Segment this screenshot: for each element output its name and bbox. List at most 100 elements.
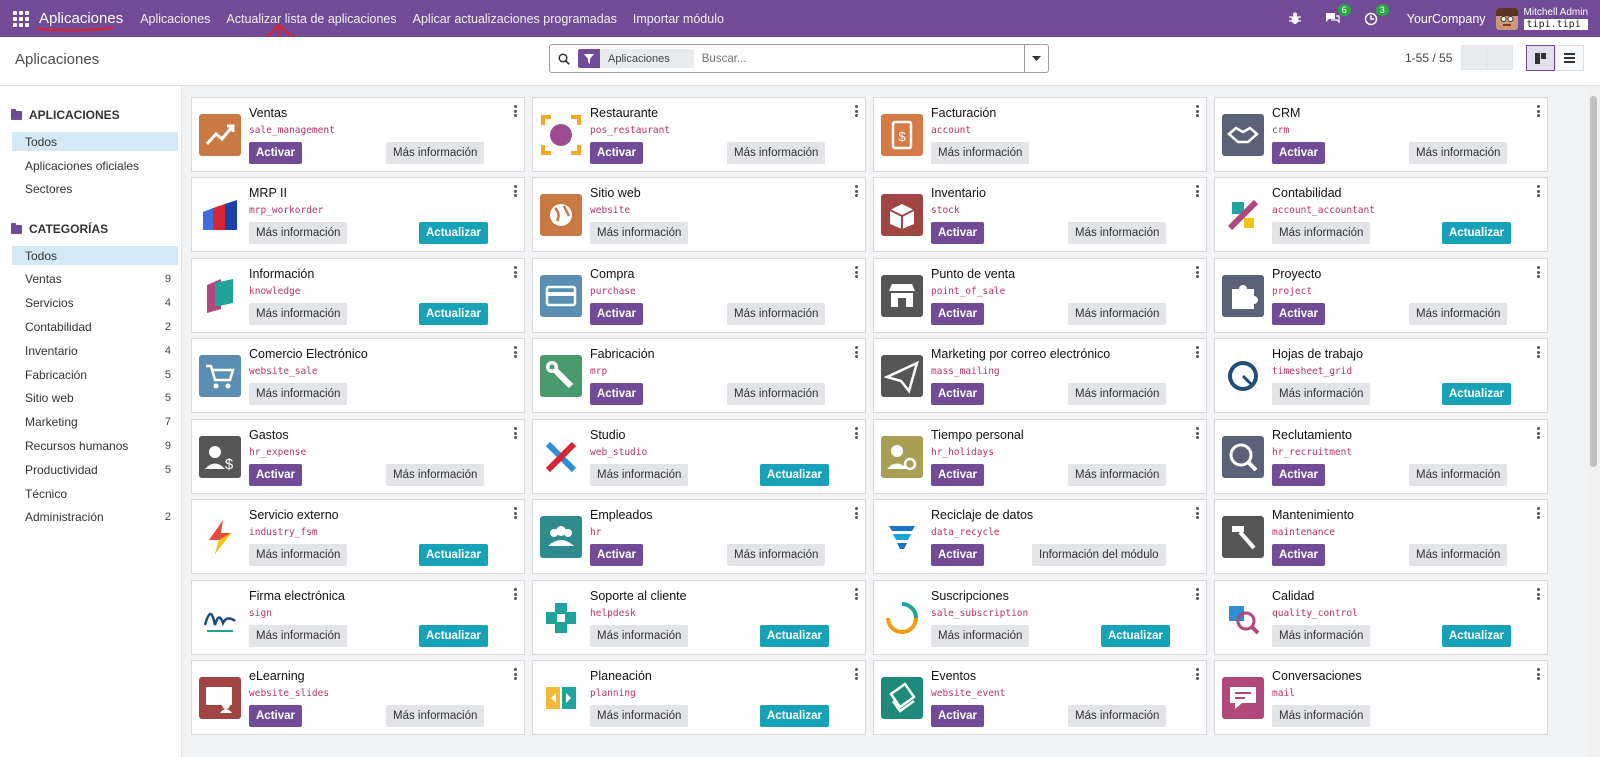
app-card[interactable]: Ventas sale_management Activar Más informac… — [191, 97, 525, 172]
app-card[interactable]: Fabricación mrp Activar Más información — [532, 338, 866, 413]
more-info-button[interactable]: Más información — [727, 303, 826, 325]
activate-button[interactable]: Activar — [1272, 544, 1325, 566]
card-menu-kebab-icon[interactable] — [1537, 266, 1540, 278]
app-switcher-icon[interactable] — [13, 10, 29, 27]
card-menu-kebab-icon[interactable] — [1196, 427, 1199, 439]
card-menu-kebab-icon[interactable] — [855, 668, 858, 680]
more-info-button[interactable]: Más información — [386, 705, 485, 727]
more-info-button[interactable]: Más información — [590, 464, 689, 486]
more-info-button[interactable]: Más información — [1068, 705, 1167, 727]
category-7[interactable]: Marketing 7 — [12, 413, 178, 432]
app-card[interactable]: Reclutamiento hr_recruitment Activar Más in… — [1214, 419, 1548, 494]
upgrade-button[interactable]: Actualizar — [419, 544, 488, 566]
app-card[interactable]: Suscripciones sale_subscription Más inform… — [873, 580, 1207, 655]
menu-import-module[interactable]: Importar módulo — [633, 12, 724, 26]
card-menu-kebab-icon[interactable] — [1196, 668, 1199, 680]
more-info-button[interactable]: Más información — [1272, 383, 1371, 405]
app-card[interactable]: Firma electrónica sign Más información Actu… — [191, 580, 525, 655]
menu-aplicaciones[interactable]: Aplicaciones — [140, 12, 210, 26]
app-card[interactable]: Marketing por correo electrónico mass_mai… — [873, 338, 1207, 413]
app-card[interactable]: Compra purchase Activar Más información — [532, 258, 866, 333]
card-menu-kebab-icon[interactable] — [514, 668, 517, 680]
card-menu-kebab-icon[interactable] — [1537, 588, 1540, 600]
category-1[interactable]: Ventas 9 — [12, 270, 178, 289]
more-info-button[interactable]: Más información — [590, 705, 689, 727]
more-info-button[interactable]: Más información — [931, 142, 1030, 164]
app-card[interactable]: $ Gastos hr_expense Activar Más información — [191, 419, 525, 494]
card-menu-kebab-icon[interactable] — [855, 185, 858, 197]
user-avatar[interactable] — [1495, 7, 1518, 30]
category-4[interactable]: Inventario 4 — [12, 341, 178, 360]
card-menu-kebab-icon[interactable] — [514, 266, 517, 278]
card-menu-kebab-icon[interactable] — [1196, 507, 1199, 519]
category-11[interactable]: Administración 2 — [12, 508, 178, 527]
category-2[interactable]: Servicios 4 — [12, 294, 178, 313]
card-menu-kebab-icon[interactable] — [1537, 427, 1540, 439]
activate-button[interactable]: Activar — [249, 464, 302, 486]
card-menu-kebab-icon[interactable] — [1537, 105, 1540, 117]
search-options-toggle[interactable] — [1024, 45, 1048, 72]
upgrade-button[interactable]: Actualizar — [419, 222, 488, 244]
pager-value[interactable]: 1-55 / 55 — [1405, 51, 1452, 65]
more-info-button[interactable]: Más información — [590, 222, 689, 244]
card-menu-kebab-icon[interactable] — [1196, 266, 1199, 278]
category-5[interactable]: Fabricación 5 — [12, 365, 178, 384]
more-info-button[interactable]: Más información — [386, 464, 485, 486]
upgrade-button[interactable]: Actualizar — [760, 464, 829, 486]
scrollbar[interactable] — [1587, 86, 1600, 757]
more-info-button[interactable]: Más información — [727, 544, 826, 566]
messages-icon[interactable]: 6 — [1325, 3, 1351, 27]
more-info-button[interactable]: Más información — [1068, 222, 1167, 244]
more-info-button[interactable]: Más información — [1409, 464, 1508, 486]
card-menu-kebab-icon[interactable] — [514, 105, 517, 117]
user-menu[interactable]: Mitchell Admin tipi.tipi — [1523, 7, 1588, 30]
card-menu-kebab-icon[interactable] — [1196, 346, 1199, 358]
more-info-button[interactable]: Más información — [1068, 464, 1167, 486]
card-menu-kebab-icon[interactable] — [855, 427, 858, 439]
app-card[interactable]: Proyecto project Activar Más información — [1214, 258, 1548, 333]
company-switcher[interactable]: YourCompany — [1407, 12, 1486, 26]
upgrade-button[interactable]: Actualizar — [1442, 625, 1511, 647]
activate-button[interactable]: Activar — [931, 222, 984, 244]
list-view-button[interactable] — [1555, 45, 1584, 71]
more-info-button[interactable]: Más información — [1068, 303, 1167, 325]
app-card[interactable]: MRP II mrp_workorder Más información Actual… — [191, 177, 525, 252]
card-menu-kebab-icon[interactable] — [514, 427, 517, 439]
more-info-button[interactable]: Más información — [1272, 705, 1371, 727]
app-card[interactable]: Servicio externo industry_fsm Más informac… — [191, 499, 525, 574]
activate-button[interactable]: Activar — [1272, 142, 1325, 164]
more-info-button[interactable]: Más información — [1272, 625, 1371, 647]
category-3[interactable]: Contabilidad 2 — [12, 317, 178, 336]
category-0[interactable]: Todos — [12, 246, 178, 265]
more-info-button[interactable]: Más información — [1272, 222, 1371, 244]
activate-button[interactable]: Activar — [931, 464, 984, 486]
app-card[interactable]: Restaurante pos_restaurant Activar Más info… — [532, 97, 866, 172]
card-menu-kebab-icon[interactable] — [514, 588, 517, 600]
upgrade-button[interactable]: Actualizar — [1101, 625, 1170, 647]
card-menu-kebab-icon[interactable] — [514, 185, 517, 197]
app-card[interactable]: Contabilidad account_accountant Más inform… — [1214, 177, 1548, 252]
card-menu-kebab-icon[interactable] — [1196, 588, 1199, 600]
more-info-button[interactable]: Más información — [249, 222, 348, 244]
scrollbar-thumb[interactable] — [1590, 96, 1597, 467]
card-menu-kebab-icon[interactable] — [1537, 668, 1540, 680]
module-info-button[interactable]: Información del módulo — [1032, 544, 1166, 566]
upgrade-button[interactable]: Actualizar — [419, 303, 488, 325]
more-info-button[interactable]: Más información — [931, 625, 1030, 647]
app-card[interactable]: CRM crm Activar Más información — [1214, 97, 1548, 172]
app-card[interactable]: Inventario stock Activar Más información — [873, 177, 1207, 252]
navbar-brand[interactable]: Aplicaciones — [39, 10, 123, 27]
category-8[interactable]: Recursos humanos 9 — [12, 436, 178, 455]
more-info-button[interactable]: Más información — [249, 383, 348, 405]
app-card[interactable]: Soporte al cliente helpdesk Más informació… — [532, 580, 866, 655]
activate-button[interactable]: Activar — [249, 142, 302, 164]
app-card[interactable]: Comercio Electrónico website_sale Más info… — [191, 338, 525, 413]
app-card[interactable]: Hojas de trabajo timesheet_grid Más inform… — [1214, 338, 1548, 413]
app-card[interactable]: $ Facturación account Más información — [873, 97, 1207, 172]
upgrade-button[interactable]: Actualizar — [1442, 383, 1511, 405]
activate-button[interactable]: Activar — [590, 383, 643, 405]
filter-industries[interactable]: Sectores — [12, 179, 178, 198]
activate-button[interactable]: Activar — [590, 303, 643, 325]
upgrade-button[interactable]: Actualizar — [760, 705, 829, 727]
app-card[interactable]: Tiempo personal hr_holidays Activar Más inf… — [873, 419, 1207, 494]
